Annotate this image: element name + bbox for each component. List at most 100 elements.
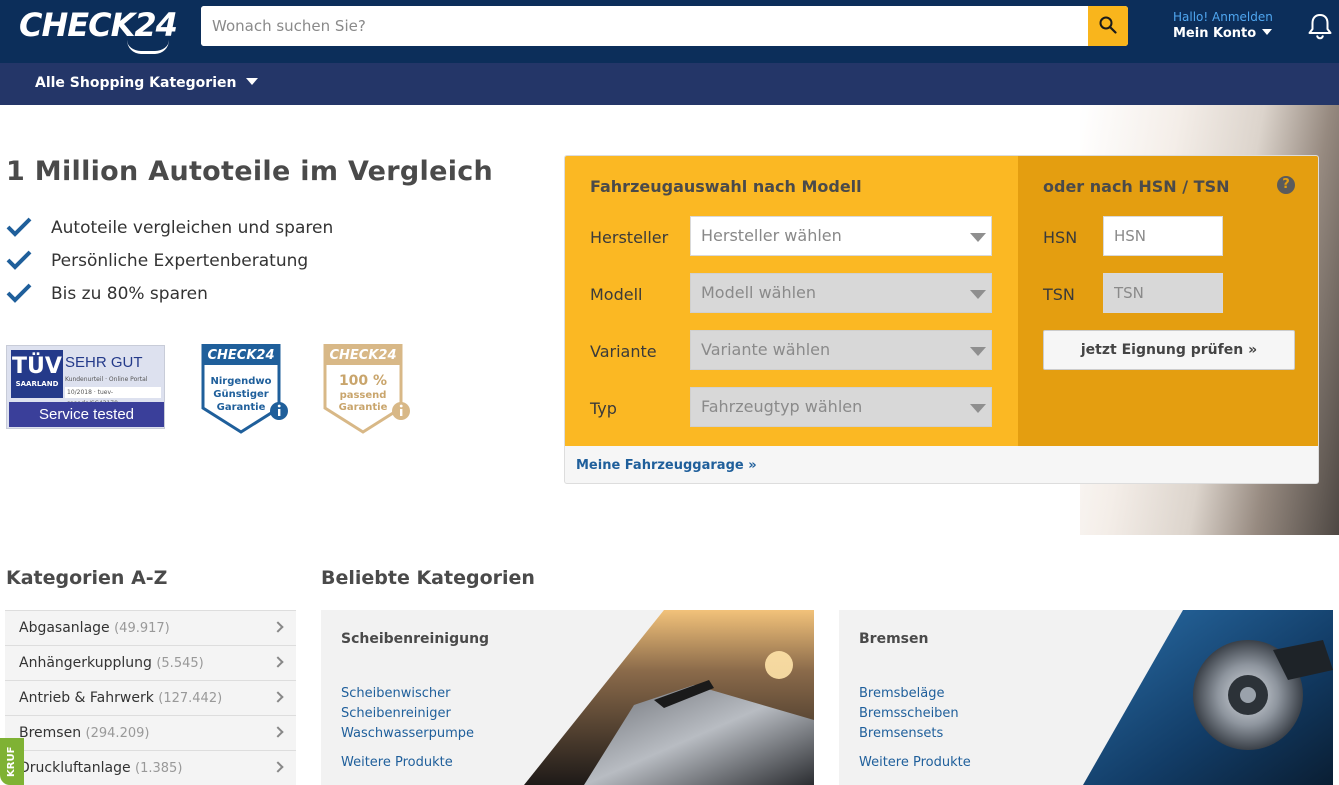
account-toggle[interactable]: Mein Konto bbox=[1173, 25, 1273, 43]
list-item[interactable]: Druckluftanlage (1.385) bbox=[5, 750, 296, 785]
top-header: CHECK24 Hallo! Anmelden Mein Konto bbox=[0, 0, 1339, 63]
modell-label: Modell bbox=[590, 285, 643, 304]
guarantee1-brand: CHECK24 bbox=[207, 348, 275, 363]
popular-card-bremsen: Bremsen Bremsbeläge Bremsscheiben Bremse… bbox=[839, 610, 1333, 785]
modell-select[interactable]: Modell wählen bbox=[690, 273, 992, 313]
tuev-grade: SEHR GUT bbox=[65, 354, 143, 371]
card-title: Scheibenreinigung bbox=[341, 631, 490, 647]
tsn-label: TSN bbox=[1043, 285, 1075, 304]
list-item[interactable]: Anhängerkupplung (5.545) bbox=[5, 645, 296, 680]
tuev-subtitle: Kundenurteil · Online Portal bbox=[65, 376, 148, 383]
chevron-down-icon bbox=[1262, 29, 1273, 35]
typ-select[interactable]: Fahrzeugtyp wählen bbox=[690, 387, 992, 427]
model-selection-heading: Fahrzeugauswahl nach Modell bbox=[590, 177, 862, 196]
categories-az-title: Kategorien A-Z bbox=[6, 567, 168, 589]
card-link[interactable]: Waschwasserpumpe bbox=[341, 724, 474, 744]
guarantee1-line3: Garantie bbox=[216, 402, 266, 413]
check24-logo[interactable]: CHECK24 bbox=[19, 6, 178, 54]
tuev-code: 10/2018 · tuev-saar.de/SC43178 bbox=[65, 387, 161, 407]
hsn-tsn-panel: oder nach HSN / TSN ? HSN TSN jetzt Eign… bbox=[1018, 156, 1318, 446]
guarantee1-line2: Günstiger bbox=[213, 389, 269, 400]
chevron-right-icon bbox=[272, 726, 284, 738]
check-fit-button[interactable]: jetzt Eignung prüfen » bbox=[1043, 330, 1295, 370]
passend-garantie-badge[interactable]: CHECK24 100 % passend Garantie bbox=[323, 344, 413, 436]
page-title: 1 Million Autoteile im Vergleich bbox=[6, 156, 494, 187]
guarantee2-line2: passend bbox=[339, 390, 387, 401]
account-label: Mein Konto bbox=[1173, 26, 1257, 41]
bell-icon[interactable] bbox=[1307, 12, 1333, 40]
tuev-logo-text: TÜV bbox=[12, 354, 62, 379]
chevron-down-icon bbox=[246, 78, 259, 85]
guarantee1-line1: Nirgendwo bbox=[210, 376, 272, 387]
chevron-right-icon bbox=[272, 656, 284, 668]
chevron-down-icon bbox=[970, 404, 986, 413]
category-count: (1.385) bbox=[135, 761, 183, 776]
tuev-label: Service tested bbox=[9, 402, 164, 427]
card-link[interactable]: Bremsensets bbox=[859, 724, 959, 744]
list-item[interactable]: Bremsen (294.209) bbox=[5, 715, 296, 750]
list-item[interactable]: Abgasanlage (49.917) bbox=[5, 610, 296, 645]
tuev-badge[interactable]: TÜV SAARLAND SEHR GUT Kundenurteil · Onl… bbox=[6, 345, 165, 429]
category-count: (127.442) bbox=[158, 691, 223, 706]
more-products-link[interactable]: Weitere Produkte bbox=[341, 755, 453, 770]
all-categories-menu[interactable]: Alle Shopping Kategorien bbox=[35, 75, 259, 91]
category-name: Bremsen bbox=[19, 725, 82, 741]
category-name: Anhängerkupplung bbox=[19, 655, 152, 671]
card-link[interactable]: Scheibenreiniger bbox=[341, 704, 474, 724]
card-title: Bremsen bbox=[859, 631, 929, 647]
benefit-item: Autoteile vergleichen und sparen bbox=[6, 215, 333, 248]
list-item[interactable]: Antrieb & Fahrwerk (127.442) bbox=[5, 680, 296, 715]
vehicle-garage-link[interactable]: Meine Fahrzeuggarage » bbox=[576, 458, 757, 473]
search-button[interactable] bbox=[1088, 6, 1128, 46]
chevron-down-icon bbox=[970, 290, 986, 299]
account-menu[interactable]: Hallo! Anmelden Mein Konto bbox=[1173, 10, 1273, 43]
checkmark-icon bbox=[6, 250, 32, 270]
search-input[interactable] bbox=[201, 6, 1088, 46]
hsn-tsn-heading: oder nach HSN / TSN bbox=[1043, 177, 1230, 196]
nirgendwo-guenstiger-badge[interactable]: CHECK24 Nirgendwo Günstiger Garantie bbox=[201, 344, 291, 436]
chevron-right-icon bbox=[272, 621, 284, 633]
more-products-link[interactable]: Weitere Produkte bbox=[859, 755, 971, 770]
checkmark-icon bbox=[6, 283, 32, 303]
logo-text: CHECK24 bbox=[19, 6, 178, 44]
windshield-photo bbox=[524, 610, 814, 785]
benefit-text: Autoteile vergleichen und sparen bbox=[51, 218, 334, 238]
modell-select-value: Modell wählen bbox=[701, 283, 817, 302]
chevron-right-icon bbox=[272, 761, 284, 773]
model-selection-panel: Fahrzeugauswahl nach Modell Hersteller H… bbox=[565, 156, 1018, 446]
tuev-logo: TÜV SAARLAND bbox=[11, 350, 63, 398]
typ-select-value: Fahrzeugtyp wählen bbox=[701, 397, 863, 416]
benefit-item: Bis zu 80% sparen bbox=[6, 281, 333, 314]
login-link[interactable]: Hallo! Anmelden bbox=[1173, 10, 1273, 25]
logo-smile-icon bbox=[127, 40, 169, 54]
category-count: (5.545) bbox=[156, 656, 204, 671]
all-categories-label: Alle Shopping Kategorien bbox=[35, 75, 237, 91]
guarantee2-brand: CHECK24 bbox=[329, 348, 397, 363]
help-icon[interactable]: ? bbox=[1277, 176, 1295, 194]
chevron-down-icon bbox=[970, 233, 986, 242]
card-link[interactable]: Scheibenwischer bbox=[341, 684, 474, 704]
card-link[interactable]: Bremsbeläge bbox=[859, 684, 959, 704]
card-links: Bremsbeläge Bremsscheiben Bremsensets bbox=[859, 684, 959, 744]
hersteller-select[interactable]: Hersteller wählen bbox=[690, 216, 992, 256]
feedback-tab[interactable]: KRUF bbox=[0, 738, 24, 785]
category-bar: Alle Shopping Kategorien bbox=[0, 63, 1339, 105]
benefits-list: Autoteile vergleichen und sparen Persönl… bbox=[6, 215, 333, 314]
hersteller-select-value: Hersteller wählen bbox=[701, 226, 842, 245]
checkmark-icon bbox=[6, 217, 32, 237]
card-link[interactable]: Bremsscheiben bbox=[859, 704, 959, 724]
category-name: Druckluftanlage bbox=[19, 760, 131, 776]
search-bar bbox=[201, 6, 1128, 46]
category-name: Abgasanlage bbox=[19, 620, 110, 636]
variante-select-value: Variante wählen bbox=[701, 340, 831, 359]
guarantee2-line3: Garantie bbox=[338, 402, 388, 413]
vehicle-selector: Fahrzeugauswahl nach Modell Hersteller H… bbox=[564, 155, 1319, 484]
chevron-right-icon bbox=[272, 691, 284, 703]
category-name: Antrieb & Fahrwerk bbox=[19, 690, 154, 706]
card-links: Scheibenwischer Scheibenreiniger Waschwa… bbox=[341, 684, 474, 744]
typ-label: Typ bbox=[590, 399, 617, 418]
benefit-text: Bis zu 80% sparen bbox=[51, 284, 208, 304]
variante-select[interactable]: Variante wählen bbox=[690, 330, 992, 370]
hsn-input[interactable] bbox=[1103, 216, 1223, 256]
tsn-input[interactable] bbox=[1103, 273, 1223, 313]
